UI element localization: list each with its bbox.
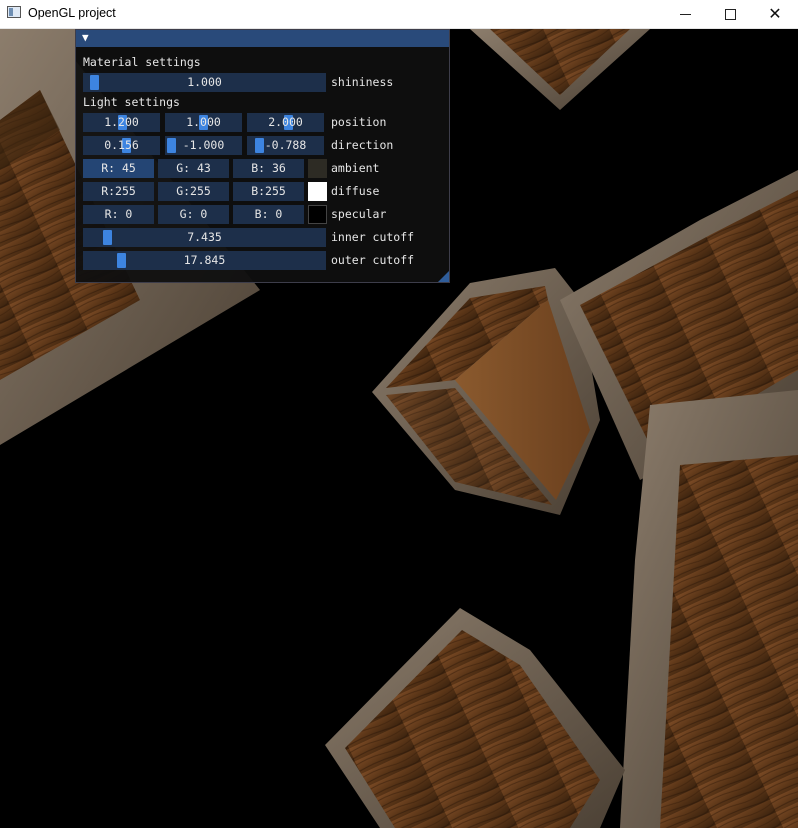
window-titlebar[interactable]: OpenGL project ✕	[0, 0, 798, 29]
diffuse-g-field[interactable]: G:255	[158, 182, 229, 201]
light-settings-header: Light settings	[83, 95, 180, 109]
material-settings-header: Material settings	[83, 55, 201, 69]
direction-y-value: -1.000	[182, 138, 225, 152]
diffuse-label: diffuse	[331, 184, 380, 198]
shininess-row: 1.000	[83, 73, 326, 92]
direction-x-value: 0.156	[104, 138, 139, 152]
direction-z-slider[interactable]: -0.788	[247, 136, 324, 155]
ambient-label: ambient	[331, 161, 380, 175]
inner-cutoff-value: 7.435	[187, 230, 222, 244]
specular-b-field[interactable]: B: 0	[233, 205, 304, 224]
specular-r-field[interactable]: R: 0	[83, 205, 154, 224]
shininess-slider[interactable]: 1.000	[83, 73, 326, 92]
close-icon: ✕	[768, 4, 782, 23]
position-label: position	[331, 115, 387, 129]
position-z-slider[interactable]: 2.000	[247, 113, 324, 132]
inner-cutoff-slider[interactable]: 7.435	[83, 228, 326, 247]
ambient-color-swatch[interactable]	[308, 159, 327, 178]
ambient-b-field[interactable]: B: 36	[233, 159, 304, 178]
position-y-value: 1.000	[186, 115, 221, 129]
outer-cutoff-slider[interactable]: 17.845	[83, 251, 326, 270]
ambient-r-field[interactable]: R: 45	[83, 159, 154, 178]
position-x-value: 1.200	[104, 115, 139, 129]
position-y-slider[interactable]: 1.000	[165, 113, 242, 132]
minimize-button[interactable]	[662, 0, 708, 28]
diffuse-r-field[interactable]: R:255	[83, 182, 154, 201]
specular-g-field[interactable]: G: 0	[158, 205, 229, 224]
direction-label: direction	[331, 138, 394, 152]
specular-label: specular	[331, 207, 387, 221]
shininess-label: shininess	[331, 75, 394, 89]
minimize-icon	[679, 13, 691, 15]
ambient-g-field[interactable]: G: 43	[158, 159, 229, 178]
maximize-button[interactable]	[707, 0, 753, 28]
direction-y-slider[interactable]: -1.000	[165, 136, 242, 155]
close-button[interactable]: ✕	[752, 0, 798, 28]
shininess-value: 1.000	[187, 75, 222, 89]
diffuse-b-field[interactable]: B:255	[233, 182, 304, 201]
inner-cutoff-label: inner cutoff	[331, 230, 415, 244]
outer-cutoff-label: outer cutoff	[331, 253, 415, 267]
collapse-arrow-icon[interactable]: ▼	[82, 31, 89, 44]
diffuse-color-swatch[interactable]	[308, 182, 327, 201]
position-x-slider[interactable]: 1.200	[83, 113, 160, 132]
position-z-value: 2.000	[268, 115, 303, 129]
app-icon	[7, 6, 21, 18]
window-title: OpenGL project	[28, 6, 116, 20]
specular-color-swatch[interactable]	[308, 205, 327, 224]
settings-panel[interactable]: ▼ Material settings 1.000 shininess Ligh…	[75, 29, 450, 283]
crate-bottom	[325, 608, 625, 828]
crate-top	[470, 29, 650, 110]
crate-right-large	[620, 390, 798, 828]
direction-z-value: -0.788	[264, 138, 307, 152]
panel-titlebar[interactable]: ▼	[76, 30, 449, 47]
resize-grip[interactable]	[438, 271, 449, 282]
direction-x-slider[interactable]: 0.156	[83, 136, 160, 155]
maximize-icon	[724, 8, 736, 20]
outer-cutoff-value: 17.845	[183, 253, 226, 267]
